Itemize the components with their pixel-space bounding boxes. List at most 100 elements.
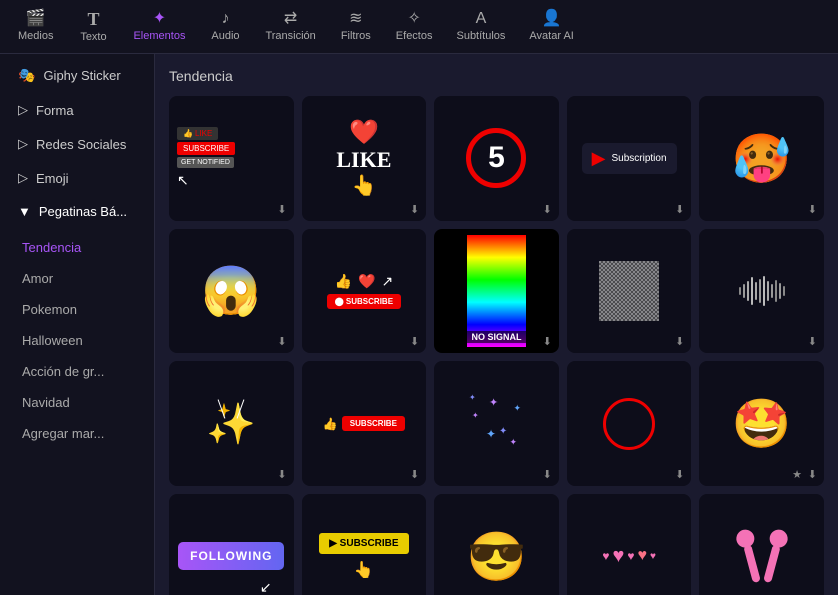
card-firework[interactable]: ✨ ⬇ bbox=[169, 361, 294, 486]
timer-circle: 5 bbox=[466, 128, 526, 188]
firework-visual: ✨ bbox=[201, 394, 261, 454]
sidebar-pegatinas-label: Pegatinas Bá... bbox=[39, 204, 127, 219]
card-stars-inner: ✦ ✦ ✦ ✦ ✦ ✦ ✦ bbox=[434, 361, 559, 486]
nav-transicion[interactable]: ⇄ Transición bbox=[255, 7, 325, 46]
download-icon: ⬇ bbox=[410, 203, 419, 216]
sidebar-item-pegatinas[interactable]: ▼ Pegatinas Bá... bbox=[4, 195, 150, 228]
sidebar-item-emoji[interactable]: ▷ Emoji bbox=[4, 161, 150, 195]
card-emoji-eyes[interactable]: 🤩 ★ ⬇ bbox=[699, 361, 824, 486]
sub-label: Subscription bbox=[612, 153, 667, 164]
card-subscribe2[interactable]: ▶ SUBSCRIBE 👆 ⬇ bbox=[302, 494, 427, 595]
content-area: Tendencia 👍 LIKE SUBSCRIBE GET NOTIFIED … bbox=[155, 54, 838, 595]
nav-audio[interactable]: ♪ Audio bbox=[199, 7, 251, 46]
card-hearts-inner: ♥ ♥ ♥ ♥ ♥ bbox=[567, 494, 692, 595]
hand-cursor2: 👆 bbox=[354, 560, 374, 580]
sidebar-sub-pokemon[interactable]: Pokemon bbox=[0, 294, 154, 325]
medios-icon: 🎬 bbox=[26, 11, 46, 27]
card-emoji-cool[interactable]: 😎 ⬇ bbox=[434, 494, 559, 595]
card-timer[interactable]: 5 ⬇ bbox=[434, 96, 559, 221]
card-red-circle[interactable]: ⬇ bbox=[567, 361, 692, 486]
card-following[interactable]: FOLLOWING ↙ ⬇ bbox=[169, 494, 294, 595]
card-subscribe2-inner: ▶ SUBSCRIBE 👆 bbox=[302, 494, 427, 595]
sidebar-forma-label: Forma bbox=[36, 103, 74, 118]
nav-efectos[interactable]: ✧ Efectos bbox=[386, 7, 443, 46]
card-static[interactable]: ⬇ bbox=[567, 229, 692, 354]
card-yt-react[interactable]: 👍❤️↗ ⬤ SUBSCRIBE ⬇ bbox=[302, 229, 427, 354]
hand-cursor: 👆 bbox=[351, 173, 376, 198]
card-stars-animation[interactable]: ✦ ✦ ✦ ✦ ✦ ✦ ✦ ⬇ bbox=[434, 361, 559, 486]
redes-chevron: ▷ bbox=[18, 136, 28, 152]
card-yt-sub3-inner: 👍 SUBSCRIBE bbox=[302, 361, 427, 486]
heart-icon: ❤️ bbox=[349, 118, 379, 147]
sidebar-sub-halloween[interactable]: Halloween bbox=[0, 325, 154, 356]
sidebar-sub-accion[interactable]: Acción de gr... bbox=[0, 356, 154, 387]
nav-efectos-label: Efectos bbox=[396, 30, 433, 42]
download-icon: ⬇ bbox=[277, 468, 286, 481]
texto-icon: T bbox=[87, 10, 99, 28]
static-visual bbox=[599, 261, 659, 321]
card-like-big[interactable]: ❤️ LIKE 👆 ⬇ bbox=[302, 96, 427, 221]
thumbs-sub: 👍 SUBSCRIBE bbox=[323, 416, 405, 431]
filtros-icon: ≋ bbox=[349, 11, 362, 27]
stars-display: ✦ ✦ ✦ ✦ ✦ ✦ ✦ bbox=[464, 391, 529, 456]
emoji-chevron: ▷ bbox=[18, 170, 28, 186]
nav-texto-label: Texto bbox=[80, 31, 106, 43]
download-icon: ⬇ bbox=[277, 335, 286, 348]
color-bars: NO SIGNAL bbox=[467, 235, 525, 348]
card-audio-wave[interactable]: ⬇ bbox=[699, 229, 824, 354]
download-icon: ⬇ bbox=[410, 468, 419, 481]
card-like-big-inner: ❤️ LIKE 👆 bbox=[302, 96, 427, 221]
card-yt-react-inner: 👍❤️↗ ⬤ SUBSCRIBE bbox=[302, 229, 427, 354]
nav-avatar-ai[interactable]: 👤 Avatar AI bbox=[519, 7, 583, 46]
card-pompom[interactable]: ⬇ bbox=[699, 494, 824, 595]
following-btn: FOLLOWING bbox=[178, 542, 284, 570]
sub-btn-yellow: ▶ SUBSCRIBE bbox=[319, 533, 408, 554]
yt-logo: ▶ bbox=[592, 148, 606, 169]
download-icon: ⬇ bbox=[675, 335, 684, 348]
timer-number: 5 bbox=[488, 141, 505, 175]
sidebar-section-top: 🎭 Giphy Sticker ▷ Forma ▷ Redes Sociales… bbox=[0, 54, 154, 232]
nav-elementos[interactable]: ✦ Elementos bbox=[123, 7, 195, 46]
sidebar-sub-tendencia[interactable]: Tendencia bbox=[0, 232, 154, 263]
nav-texto[interactable]: T Texto bbox=[67, 6, 119, 47]
download-icon: ⬇ bbox=[808, 203, 817, 216]
transicion-icon: ⇄ bbox=[284, 11, 297, 27]
card-audio-inner bbox=[699, 229, 824, 354]
sidebar-item-redes[interactable]: ▷ Redes Sociales bbox=[4, 127, 150, 161]
card-yt-sub2[interactable]: ▶ Subscription ⬇ bbox=[567, 96, 692, 221]
yt-sub-btn: SUBSCRIBE bbox=[177, 142, 235, 155]
react-icons: 👍❤️↗ bbox=[335, 273, 394, 290]
card-no-signal[interactable]: NO SIGNAL ⬇ bbox=[434, 229, 559, 354]
card-shock-inner: 😱 bbox=[169, 229, 294, 354]
card-yt-sub[interactable]: 👍 LIKE SUBSCRIBE GET NOTIFIED ↖ ⬇ bbox=[169, 96, 294, 221]
cursor-hand: ↙ bbox=[260, 579, 272, 595]
top-nav: 🎬 Medios T Texto ✦ Elementos ♪ Audio ⇄ T… bbox=[0, 0, 838, 54]
sidebar-giphy-label: Giphy Sticker bbox=[43, 68, 120, 83]
card-yt-sub-inner: 👍 LIKE SUBSCRIBE GET NOTIFIED ↖ bbox=[169, 96, 294, 221]
card-hearts[interactable]: ♥ ♥ ♥ ♥ ♥ ⬇ bbox=[567, 494, 692, 595]
download-icon: ⬇ bbox=[277, 203, 286, 216]
subtitulos-icon: A bbox=[476, 11, 487, 27]
nav-avatar-label: Avatar AI bbox=[529, 30, 573, 42]
nav-subtitulos[interactable]: A Subtítulos bbox=[446, 7, 515, 46]
nav-filtros-label: Filtros bbox=[341, 30, 371, 42]
card-emoji-hot-inner: 🥵 bbox=[699, 96, 824, 221]
sidebar-item-giphy[interactable]: 🎭 Giphy Sticker bbox=[4, 58, 150, 93]
card-shock-emoji[interactable]: 😱 ⬇ bbox=[169, 229, 294, 354]
yt-like-btn: 👍 LIKE bbox=[177, 127, 218, 140]
red-circle bbox=[603, 398, 655, 450]
download-icon: ⬇ bbox=[410, 335, 419, 348]
nav-medios[interactable]: 🎬 Medios bbox=[8, 7, 63, 46]
pompom-display bbox=[741, 529, 783, 583]
hearts-display: ♥ ♥ ♥ ♥ ♥ bbox=[602, 545, 656, 568]
sidebar-item-forma[interactable]: ▷ Forma bbox=[4, 93, 150, 127]
sidebar-sub-navidad[interactable]: Navidad bbox=[0, 387, 154, 418]
card-emoji-eyes-inner: 🤩 bbox=[699, 361, 824, 486]
card-emoji-hot[interactable]: 🥵 ⬇ bbox=[699, 96, 824, 221]
card-yt-sub3[interactable]: 👍 SUBSCRIBE ⬇ bbox=[302, 361, 427, 486]
card-emoji-cool-inner: 😎 bbox=[434, 494, 559, 595]
sidebar: 🎭 Giphy Sticker ▷ Forma ▷ Redes Sociales… bbox=[0, 54, 155, 595]
sidebar-sub-amor[interactable]: Amor bbox=[0, 263, 154, 294]
sidebar-sub-agregar[interactable]: Agregar mar... bbox=[0, 418, 154, 449]
nav-filtros[interactable]: ≋ Filtros bbox=[330, 7, 382, 46]
